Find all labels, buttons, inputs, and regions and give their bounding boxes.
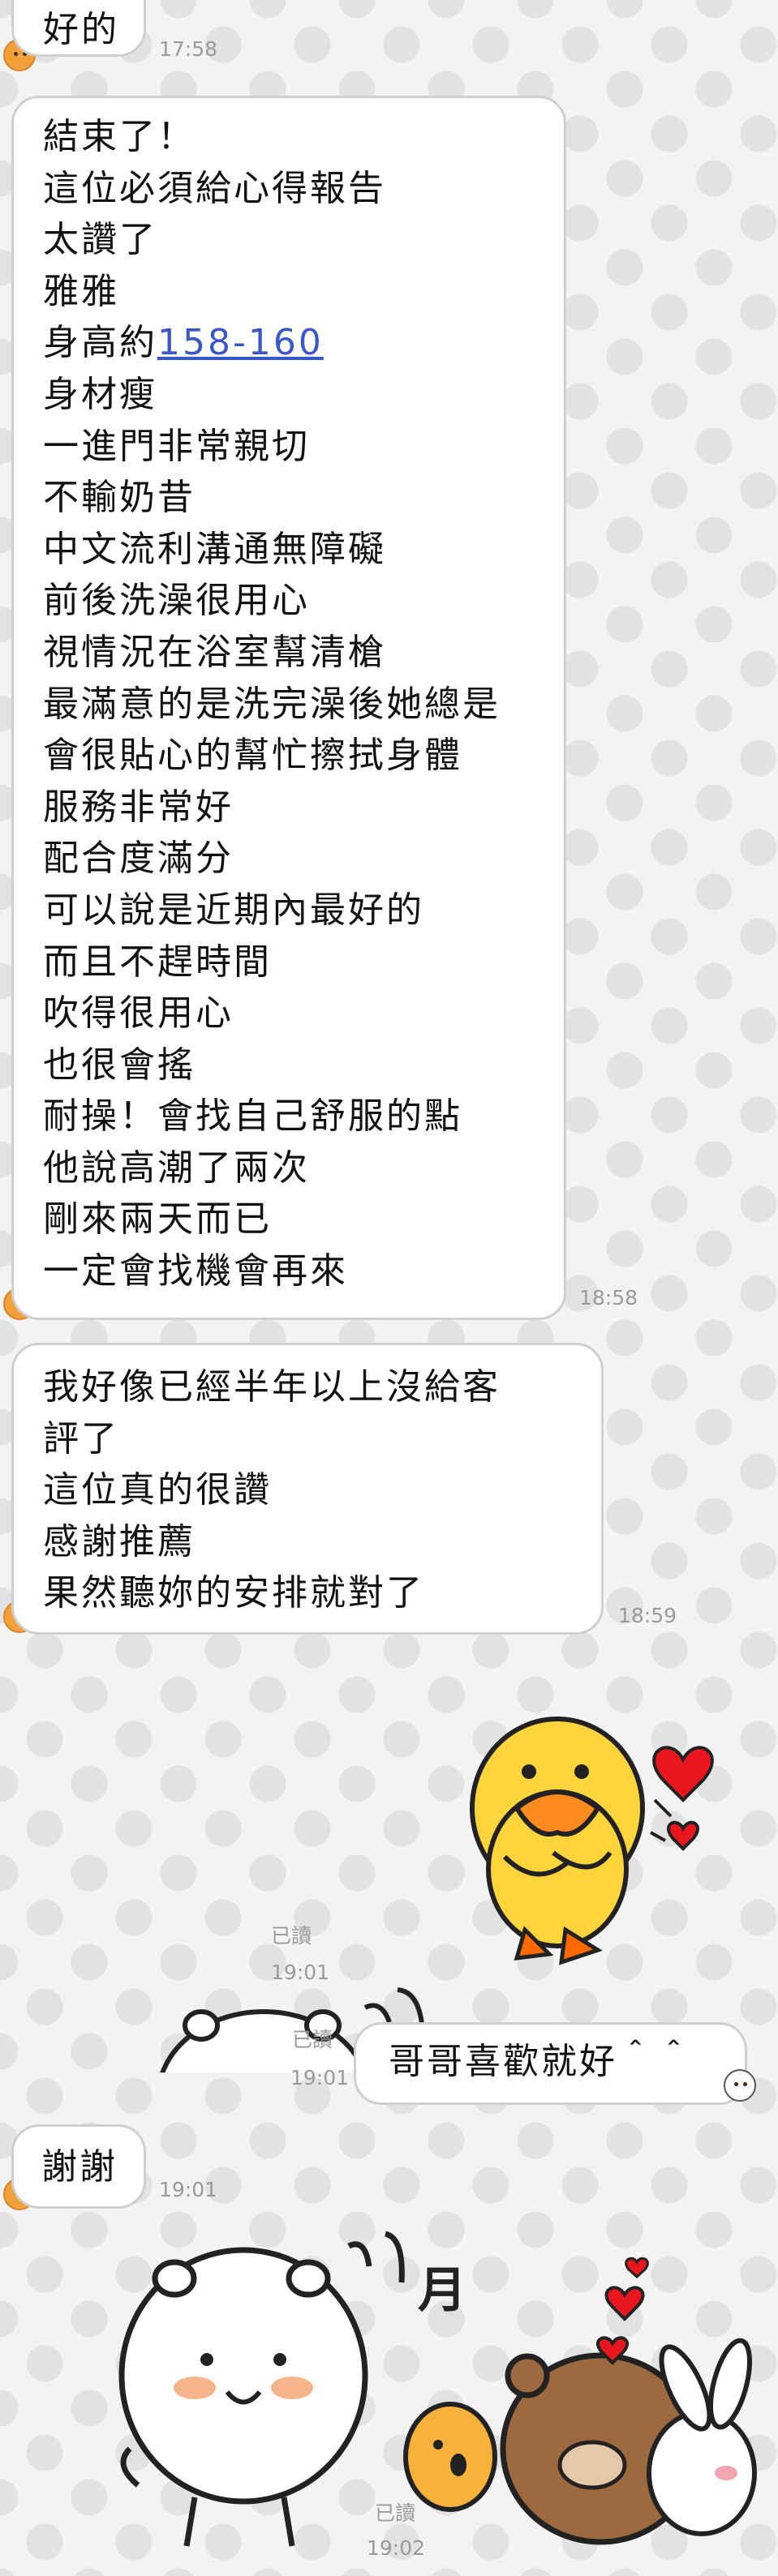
- message-line: 雅雅: [43, 270, 119, 312]
- message-text: 哥哥喜歡就好＾＾: [389, 2041, 694, 2082]
- message-line: 果然聽妳的安排就對了: [43, 1572, 424, 1614]
- avatar-eye: [14, 52, 18, 56]
- avatar-eye: [743, 2082, 747, 2086]
- message-line: 而且不趕時間: [43, 941, 272, 983]
- message-line: 也很會搖: [43, 1044, 196, 1086]
- message-line: 吹得很用心: [43, 992, 234, 1035]
- message-line: 會很貼心的幫忙擦拭身體: [43, 735, 462, 777]
- message-line: 我好像已經半年以上沒給客: [43, 1366, 501, 1408]
- message-line: 耐操！會找自己舒服的點: [43, 1095, 462, 1138]
- message-line: 最滿意的是洗完澡後她總是: [43, 683, 501, 725]
- message-time: 18:59: [618, 1604, 677, 1627]
- message-line: 中文流利溝通無障礙: [43, 528, 386, 570]
- message-line: 前後洗澡很用心: [43, 580, 310, 622]
- message-line: 服務非常好: [43, 786, 234, 828]
- message-line: 這位真的很讚: [43, 1469, 272, 1511]
- duck-sticker[interactable]: [448, 1687, 740, 1978]
- message-line: 身材瘦: [43, 373, 157, 415]
- message-bubble[interactable]: 我好像已經半年以上沒給客 評了 這位真的很讚 感謝推薦 果然聽妳的安排就對了: [11, 1343, 604, 1635]
- message-time: 19:01: [159, 2178, 218, 2201]
- message-line-height: 身高約158-160: [43, 317, 564, 369]
- message-bubble[interactable]: 好的: [11, 0, 146, 57]
- message-line: 這位必須給心得報告: [43, 167, 386, 209]
- phone-number-link[interactable]: 158-160: [157, 322, 324, 363]
- outgoing-message-bubble[interactable]: 哥哥喜歡就好＾＾: [354, 2022, 747, 2105]
- read-receipt: 已讀: [271, 1924, 312, 1948]
- self-avatar-icon[interactable]: [724, 2069, 756, 2102]
- message-text: 謝謝: [41, 2146, 118, 2188]
- svg-text:月: 月: [418, 2262, 466, 2319]
- chat-screen[interactable]: { "messages": { "m1": { "text": "好的", "t…: [0, 0, 778, 2576]
- message-bubble[interactable]: 謝謝: [11, 2124, 146, 2209]
- message-line: 結束了！: [43, 116, 196, 157]
- message-time: 18:58: [579, 1286, 638, 1309]
- message-line: 配合度滿分: [43, 838, 234, 880]
- bear-friends-sticker[interactable]: 月: [105, 2205, 778, 2576]
- message-time: 19:02: [367, 2536, 426, 2560]
- sally-duck-icon: [470, 1717, 714, 1965]
- message-line: 太讚了: [43, 219, 157, 261]
- message-time: 17:58: [159, 37, 218, 61]
- height-label: 身高約: [43, 322, 157, 364]
- message-time: 19:01: [290, 2066, 350, 2090]
- read-receipt: 已讀: [375, 2501, 416, 2525]
- message-line: 可以說是近期內最好的: [43, 889, 424, 931]
- message-line: 感謝推薦: [43, 1520, 196, 1562]
- avatar-eye: [734, 2082, 738, 2086]
- message-text: 好的: [43, 9, 119, 50]
- read-receipt: 已讀: [292, 2028, 333, 2051]
- message-line: 一進門非常親切: [43, 425, 310, 467]
- message-line: 他說高潮了兩次: [43, 1147, 310, 1189]
- message-bubble[interactable]: 結束了！ 這位必須給心得報告 太讚了 雅雅 身高約158-160 身材瘦 一進門…: [11, 96, 566, 1320]
- message-line: 一定會找機會再來: [43, 1250, 348, 1292]
- message-line: 剛來兩天而已: [43, 1198, 272, 1241]
- message-line: 評了: [43, 1417, 119, 1459]
- message-line: 不輸奶昔: [43, 477, 196, 519]
- bear-friends-hug-icon: 月: [118, 2231, 757, 2547]
- message-line: 視情況在浴室幫清槍: [43, 631, 386, 673]
